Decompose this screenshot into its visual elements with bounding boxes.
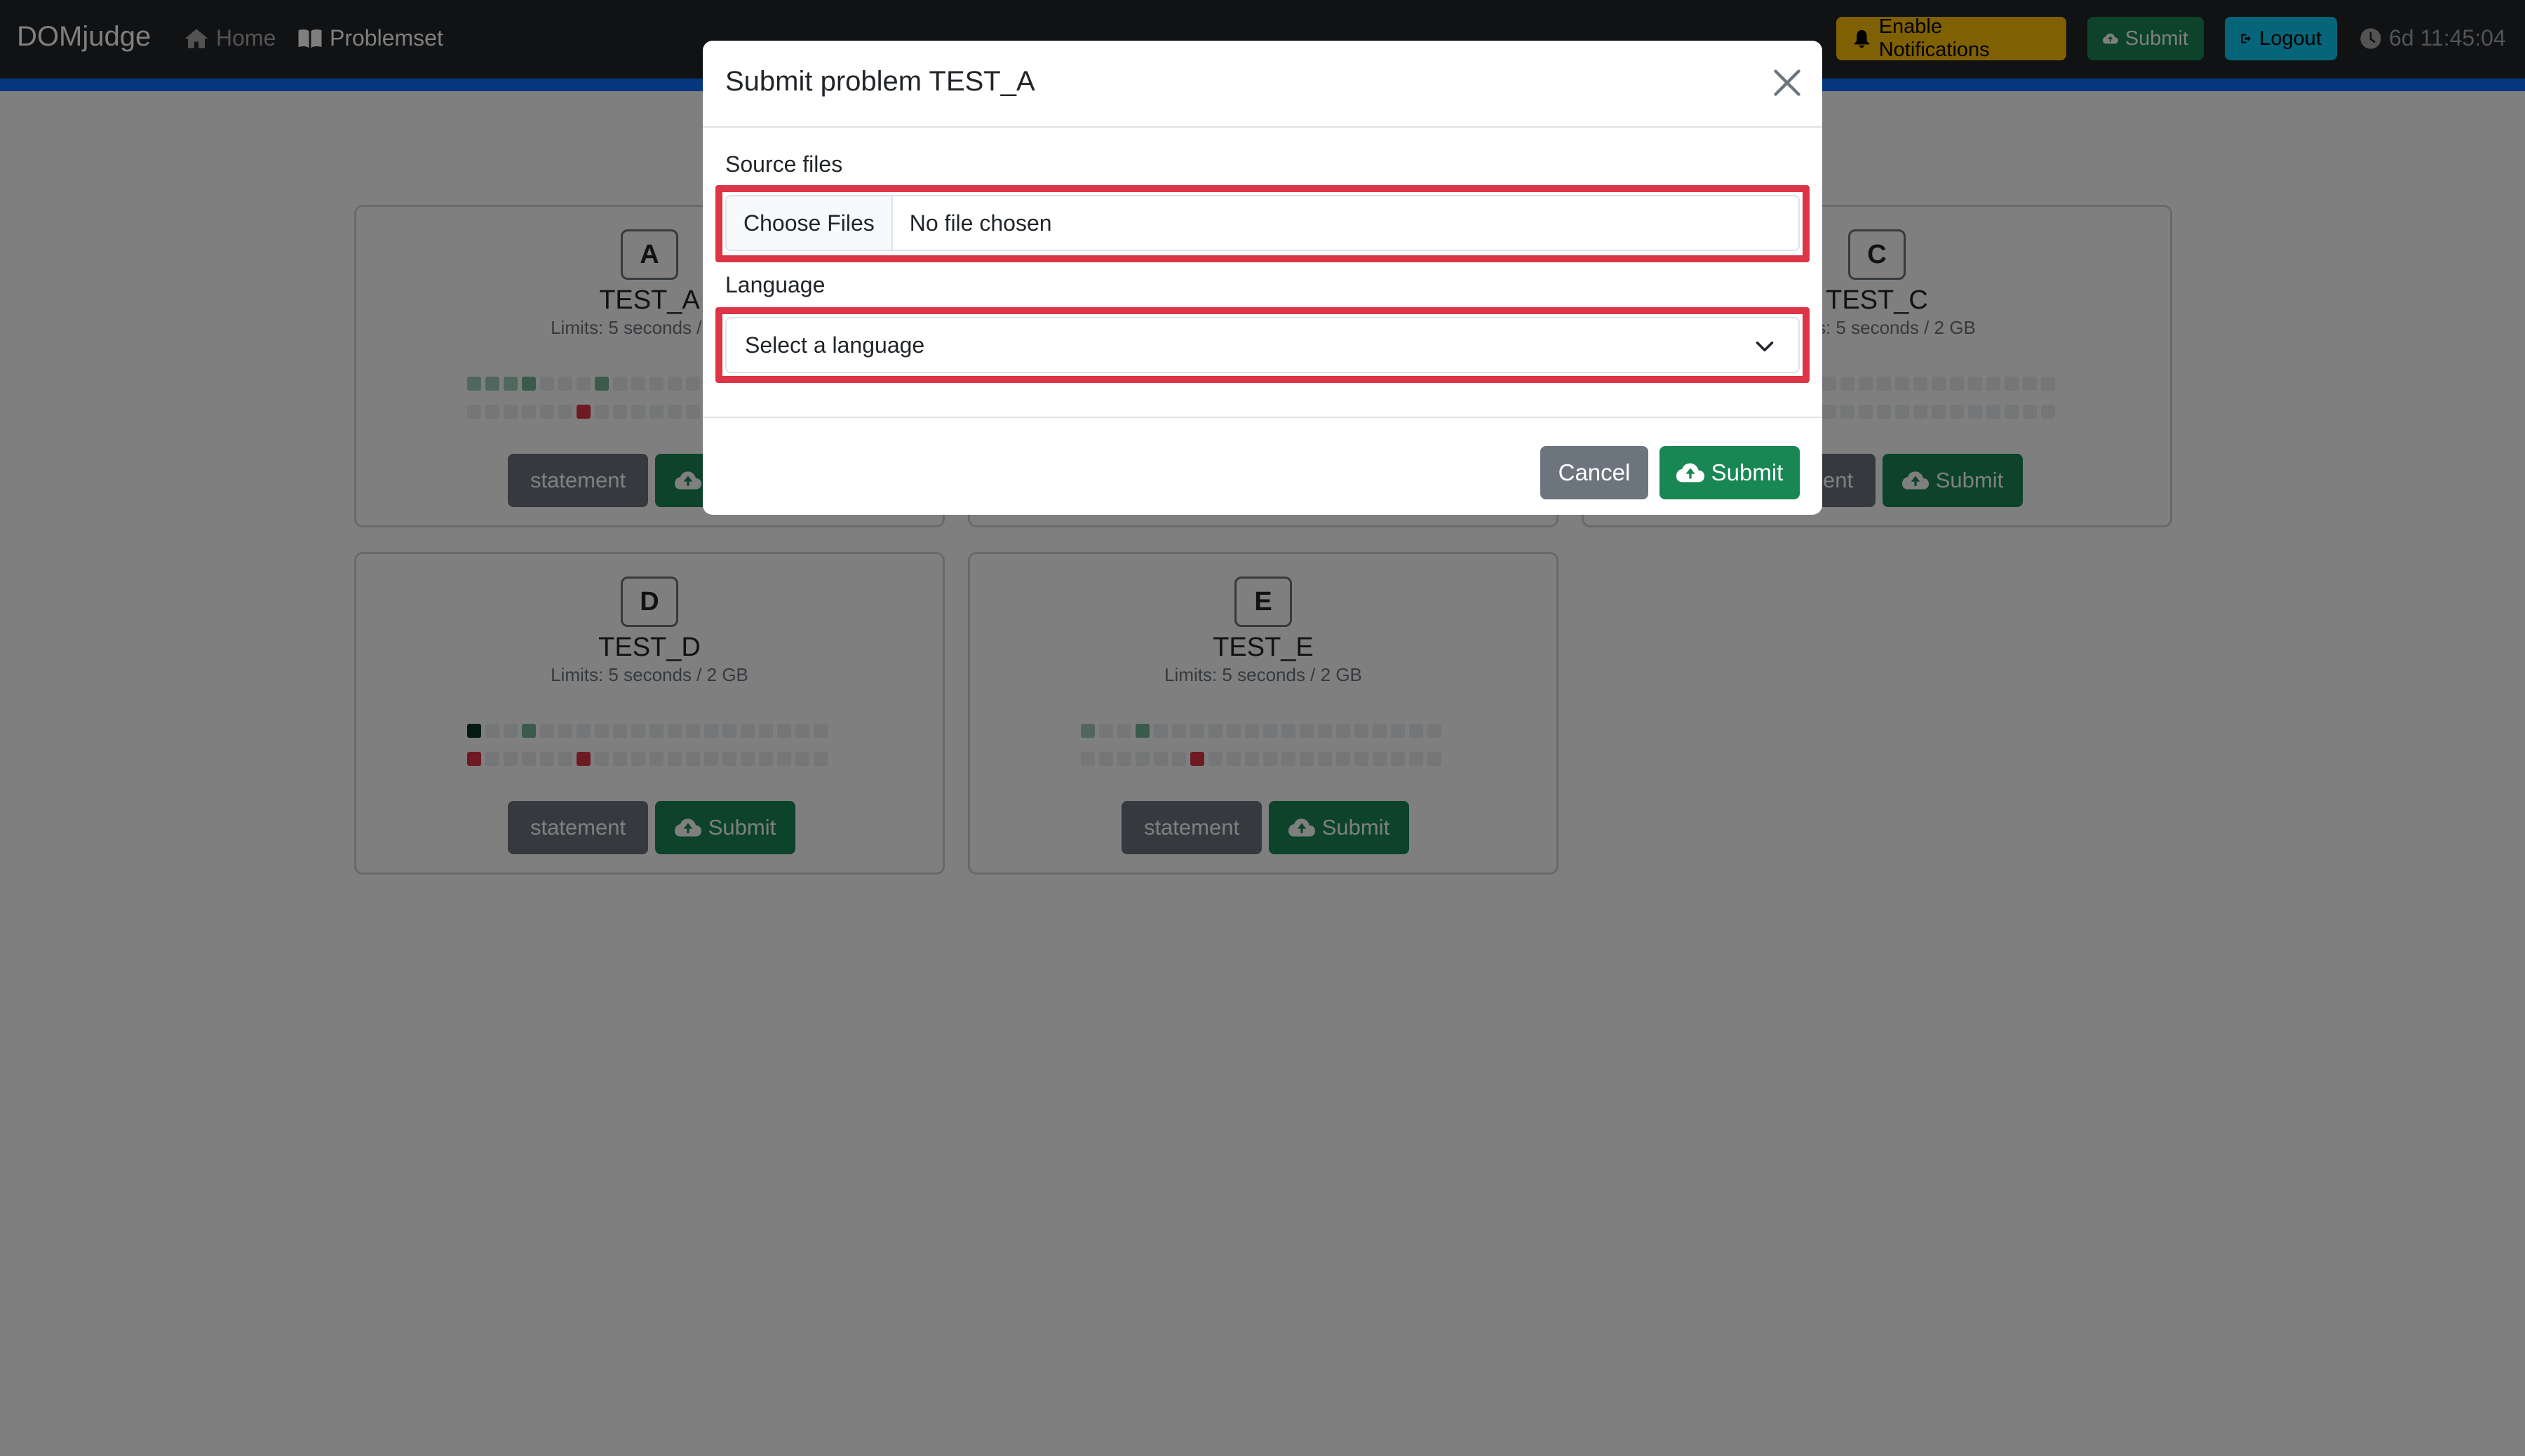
submit-label: Submit [1711, 459, 1784, 485]
cloud-upload-icon [1676, 463, 1704, 483]
source-files-input[interactable]: Choose Files No file chosen [725, 195, 1800, 251]
modal-footer: Cancel Submit [703, 417, 1822, 515]
close-button[interactable] [1772, 67, 1803, 98]
modal-title: Submit problem TEST_A [725, 66, 1035, 97]
file-status-text: No file chosen [909, 210, 1052, 236]
cancel-button[interactable]: Cancel [1540, 446, 1648, 499]
language-label: Language [725, 272, 826, 297]
language-select[interactable]: Select a language [725, 317, 1800, 373]
cancel-label: Cancel [1558, 459, 1631, 485]
language-select-value: Select a language [745, 332, 925, 358]
submit-button[interactable]: Submit [1659, 446, 1800, 499]
modal-header: Submit problem TEST_A [703, 41, 1822, 128]
choose-files-button[interactable]: Choose Files [727, 196, 893, 250]
source-files-label: Source files [725, 151, 843, 177]
chevron-down-icon [1756, 342, 1774, 351]
close-icon [1774, 69, 1800, 96]
submit-modal: Submit problem TEST_A Source files Choos… [703, 41, 1822, 515]
